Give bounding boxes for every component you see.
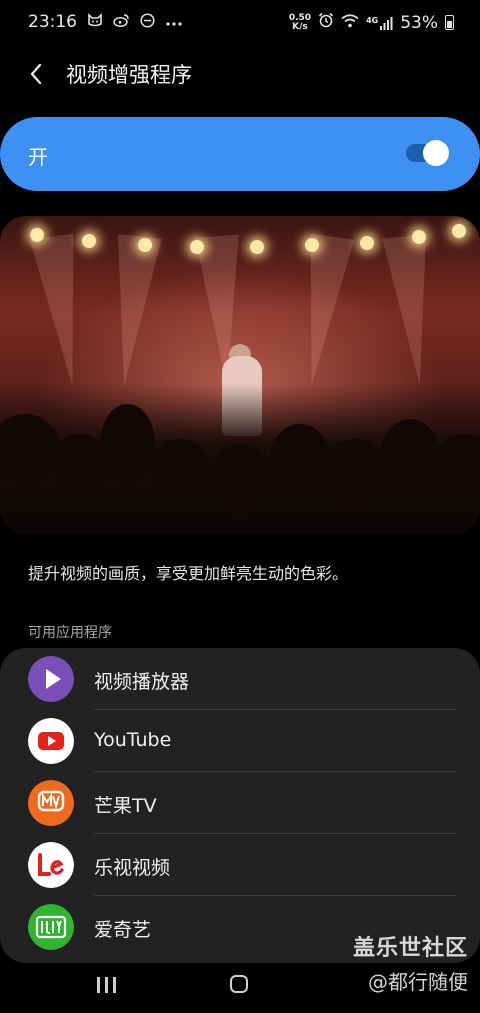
- master-switch[interactable]: [406, 140, 449, 166]
- recent-apps-bar: [97, 977, 100, 993]
- mango-tv-icon: [28, 780, 74, 826]
- light-beam: [382, 234, 442, 388]
- light-beam: [29, 233, 95, 389]
- app-list: 视频播放器 YouTube 芒果TV 乐视视频 爱奇艺: [0, 648, 480, 963]
- weibo-icon: [113, 13, 130, 31]
- page-title: 视频增强程序: [66, 63, 192, 87]
- iqiyi-icon: [28, 904, 74, 950]
- feature-description: 提升视频的画质，享受更加鲜亮生动的色彩。: [28, 564, 349, 583]
- light-beam: [289, 233, 355, 389]
- video-player-icon: [28, 656, 74, 702]
- chevron-left-icon: [30, 63, 42, 85]
- alarm-icon: [318, 12, 334, 33]
- stage-light: [452, 224, 466, 238]
- list-item-letv[interactable]: 乐视视频: [0, 834, 480, 896]
- list-item-youtube[interactable]: YouTube: [0, 710, 480, 772]
- recent-apps-bar: [113, 977, 116, 993]
- network-type: 4G: [366, 15, 379, 25]
- app-name: 视频播放器: [94, 671, 190, 693]
- master-switch-label: 开: [28, 145, 48, 169]
- concert-preview-image: [0, 216, 480, 534]
- crowd-head: [100, 404, 155, 484]
- crowd-head: [205, 444, 275, 514]
- light-beam: [102, 234, 162, 388]
- app-name: 乐视视频: [94, 857, 171, 879]
- list-item-mango-tv[interactable]: 芒果TV: [0, 772, 480, 834]
- section-header-available-apps: 可用应用程序: [28, 625, 112, 641]
- cat-icon: [87, 13, 103, 31]
- signal-icon: 4G: [366, 16, 393, 30]
- app-bar: 视频增强程序: [0, 46, 480, 102]
- recent-apps-bar: [105, 977, 108, 993]
- back-button[interactable]: [22, 60, 50, 88]
- stage-light: [30, 228, 44, 242]
- status-right: 0.50 K/s 4G 53%: [289, 12, 454, 33]
- list-item-video-player[interactable]: 视频播放器: [0, 648, 480, 710]
- letv-icon: [28, 842, 74, 888]
- watermark-community: 盖乐世社区: [352, 936, 468, 961]
- battery-percent: 53%: [400, 12, 438, 33]
- wifi-icon: [341, 13, 359, 33]
- stage-light: [360, 236, 374, 250]
- do-not-disturb-icon: [140, 12, 155, 32]
- app-name: YouTube: [94, 729, 172, 751]
- battery-icon: [445, 15, 454, 30]
- watermark-author: @都行随便: [368, 970, 468, 994]
- youtube-icon: [28, 718, 74, 764]
- status-left: 23:16: [28, 12, 183, 32]
- master-switch-card[interactable]: 开: [0, 117, 480, 191]
- crowd-head: [150, 439, 210, 499]
- recent-apps-button[interactable]: [97, 977, 116, 993]
- stage-light: [305, 238, 319, 252]
- watermark: 盖乐世社区 @都行随便: [353, 930, 468, 995]
- network-speed-unit: K/s: [292, 21, 308, 32]
- stage-light: [412, 230, 426, 244]
- home-button[interactable]: [230, 975, 248, 993]
- app-name: 芒果TV: [94, 795, 157, 817]
- network-speed: 0.50 K/s: [289, 13, 311, 32]
- more-icon: [165, 13, 183, 31]
- stage-light: [250, 240, 264, 254]
- stage-light: [190, 240, 204, 254]
- crowd: [0, 384, 480, 534]
- status-time: 23:16: [28, 12, 77, 32]
- status-bar: 23:16 0.50 K/s 4G 53%: [0, 0, 480, 46]
- switch-knob: [423, 140, 449, 166]
- stage-light: [138, 238, 152, 252]
- app-name: 爱奇艺: [94, 919, 152, 941]
- stage-light: [82, 234, 96, 248]
